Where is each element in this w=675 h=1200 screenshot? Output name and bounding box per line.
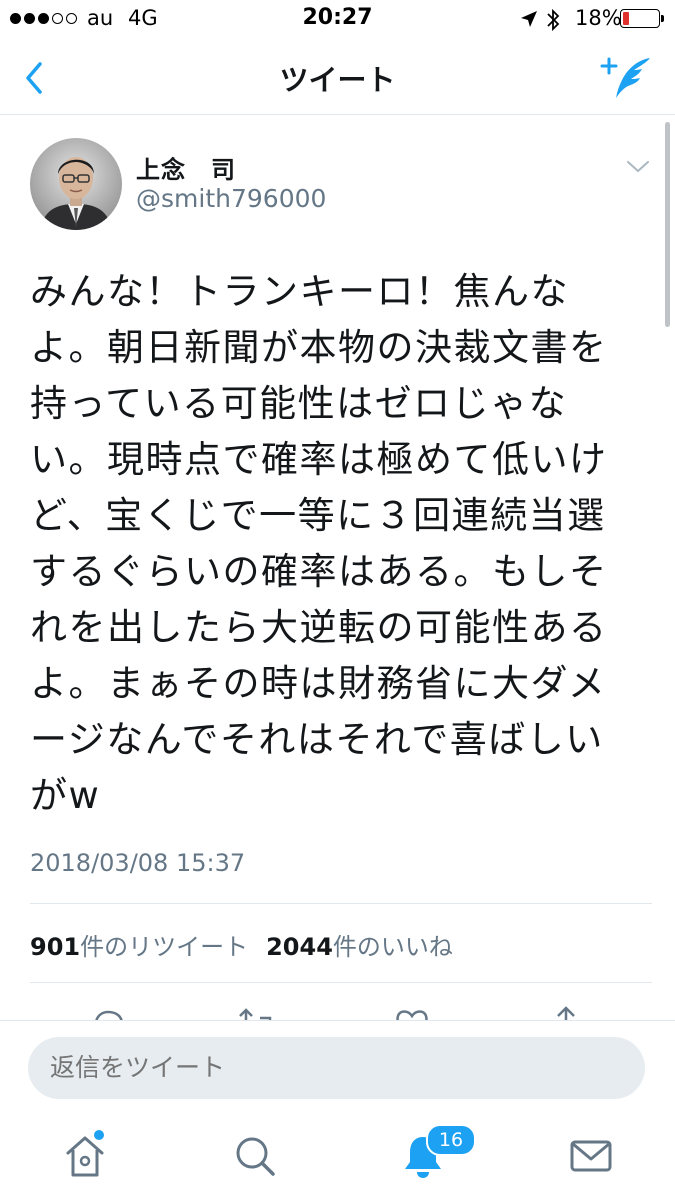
notifications-badge: 16 <box>426 1124 476 1156</box>
navigation-bar: ツイート <box>0 40 675 115</box>
location-arrow-icon <box>521 11 537 27</box>
compose-tweet-icon[interactable] <box>598 54 654 100</box>
retweet-icon[interactable] <box>236 1004 276 1020</box>
like-count[interactable]: 2044 <box>266 933 333 961</box>
page-title: ツイート <box>279 63 396 97</box>
status-time: 20:27 <box>302 5 373 30</box>
battery-icon <box>620 9 660 28</box>
battery-fill <box>623 12 629 25</box>
reply-icon[interactable] <box>88 1004 128 1020</box>
status-bar: au 4G 20:27 18% <box>0 0 675 40</box>
battery-cap <box>661 15 664 22</box>
bluetooth-icon <box>547 8 560 32</box>
author-handle[interactable]: @smith796000 <box>136 184 326 213</box>
share-icon[interactable] <box>546 1004 586 1020</box>
reply-input[interactable] <box>28 1037 645 1099</box>
reply-bar <box>0 1020 675 1115</box>
retweet-count[interactable]: 901 <box>30 933 80 961</box>
engagement-counts: 901件のリツイート 2044件のいいね <box>30 927 453 962</box>
messages-envelope-icon[interactable] <box>566 1131 616 1181</box>
author-avatar[interactable] <box>30 138 122 230</box>
battery-percent: 18% <box>575 6 622 30</box>
like-label[interactable]: 件のいいね <box>333 933 453 961</box>
author-name[interactable]: 上念 司 <box>136 150 236 185</box>
search-icon[interactable] <box>230 1131 280 1181</box>
like-heart-icon[interactable] <box>392 1004 432 1020</box>
chevron-down-icon[interactable] <box>624 156 652 178</box>
tweet-actions <box>0 1000 675 1020</box>
retweet-label[interactable]: 件のリツイート <box>80 933 248 961</box>
tab-bar <box>0 1115 675 1200</box>
tweet-timestamp: 2018/03/08 15:37 <box>30 849 246 877</box>
tweet-text: みんな！トランキーロ！焦んなよ。朝日新聞が本物の決裁文書を持っている可能性はゼロ… <box>30 270 608 817</box>
home-new-content-dot <box>94 1130 104 1140</box>
avatar-photo <box>30 138 122 230</box>
divider <box>30 982 652 983</box>
divider <box>30 903 652 904</box>
scrollbar-thumb[interactable] <box>665 122 670 327</box>
